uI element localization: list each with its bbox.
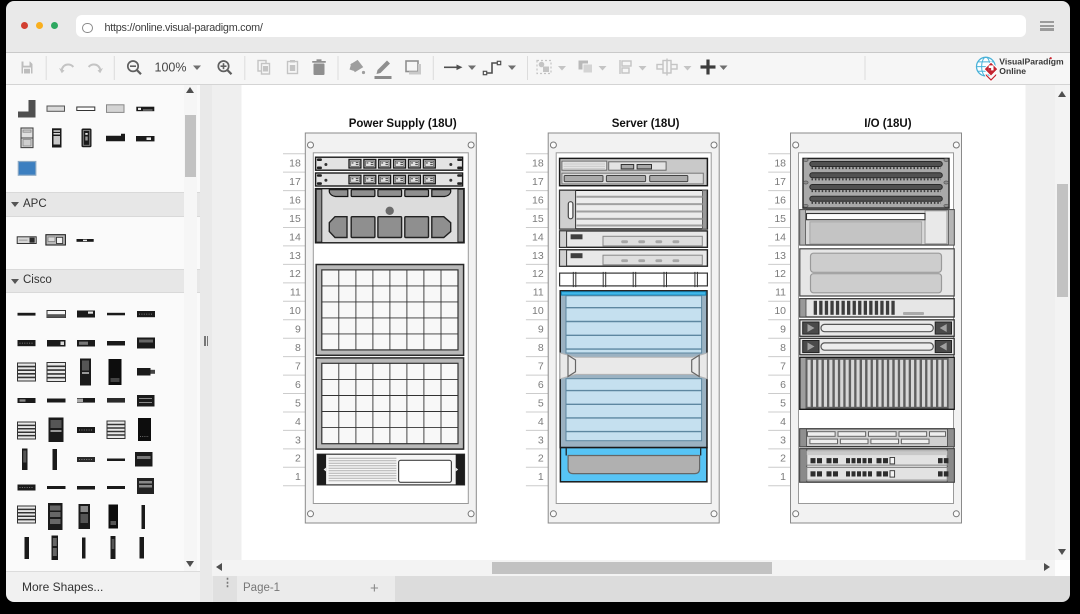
svg-text:10: 10 <box>289 305 301 317</box>
svg-text:I/O (18U): I/O (18U) <box>864 118 911 130</box>
svg-text:13: 13 <box>532 249 544 261</box>
svg-text:18: 18 <box>774 157 786 169</box>
svg-text:8: 8 <box>780 342 786 354</box>
svg-text:5: 5 <box>295 397 301 409</box>
svg-text:6: 6 <box>780 378 786 390</box>
svg-text:15: 15 <box>774 212 786 224</box>
svg-text:14: 14 <box>532 231 544 243</box>
svg-text:3: 3 <box>538 434 544 446</box>
svg-text:9: 9 <box>780 323 786 335</box>
svg-text:3: 3 <box>295 434 301 446</box>
svg-text:8: 8 <box>295 342 301 354</box>
svg-text:2: 2 <box>538 452 544 464</box>
svg-text:1: 1 <box>780 471 786 483</box>
svg-text:8: 8 <box>538 342 544 354</box>
svg-text:15: 15 <box>532 212 544 224</box>
svg-text:12: 12 <box>774 268 786 280</box>
svg-text:16: 16 <box>532 194 544 206</box>
svg-text:10: 10 <box>532 305 544 317</box>
svg-text:13: 13 <box>289 249 301 261</box>
svg-text:10: 10 <box>774 305 786 317</box>
svg-text:1: 1 <box>538 471 544 483</box>
svg-text:Power Supply (18U): Power Supply (18U) <box>349 118 457 130</box>
svg-text:7: 7 <box>538 360 544 372</box>
svg-text:4: 4 <box>538 415 544 427</box>
svg-text:5: 5 <box>780 397 786 409</box>
svg-text:18: 18 <box>532 157 544 169</box>
svg-text:1: 1 <box>295 471 301 483</box>
svg-text:17: 17 <box>289 176 301 188</box>
svg-text:Server (18U): Server (18U) <box>612 118 680 130</box>
svg-text:Online: Online <box>999 66 1026 76</box>
svg-text:16: 16 <box>289 194 301 206</box>
svg-text:4: 4 <box>295 415 301 427</box>
svg-text:14: 14 <box>289 231 301 243</box>
svg-text:9: 9 <box>295 323 301 335</box>
svg-text:7: 7 <box>295 360 301 372</box>
svg-text:17: 17 <box>532 176 544 188</box>
svg-text:11: 11 <box>775 286 786 298</box>
svg-text:14: 14 <box>774 231 786 243</box>
svg-text:12: 12 <box>532 268 544 280</box>
svg-text:2: 2 <box>780 452 786 464</box>
svg-text:16: 16 <box>774 194 786 206</box>
svg-text:100%: 100% <box>155 61 187 75</box>
svg-text:12: 12 <box>289 268 301 280</box>
svg-text:11: 11 <box>290 286 301 298</box>
svg-text:4: 4 <box>780 415 786 427</box>
svg-text:6: 6 <box>295 378 301 390</box>
svg-text:18: 18 <box>289 157 301 169</box>
svg-text:5: 5 <box>538 397 544 409</box>
svg-text:17: 17 <box>774 176 786 188</box>
svg-text:15: 15 <box>289 212 301 224</box>
svg-text:2: 2 <box>295 452 301 464</box>
svg-text:3: 3 <box>780 434 786 446</box>
svg-text:11: 11 <box>533 286 544 298</box>
svg-text:13: 13 <box>774 249 786 261</box>
svg-text:6: 6 <box>538 378 544 390</box>
svg-text:9: 9 <box>538 323 544 335</box>
svg-text:7: 7 <box>780 360 786 372</box>
